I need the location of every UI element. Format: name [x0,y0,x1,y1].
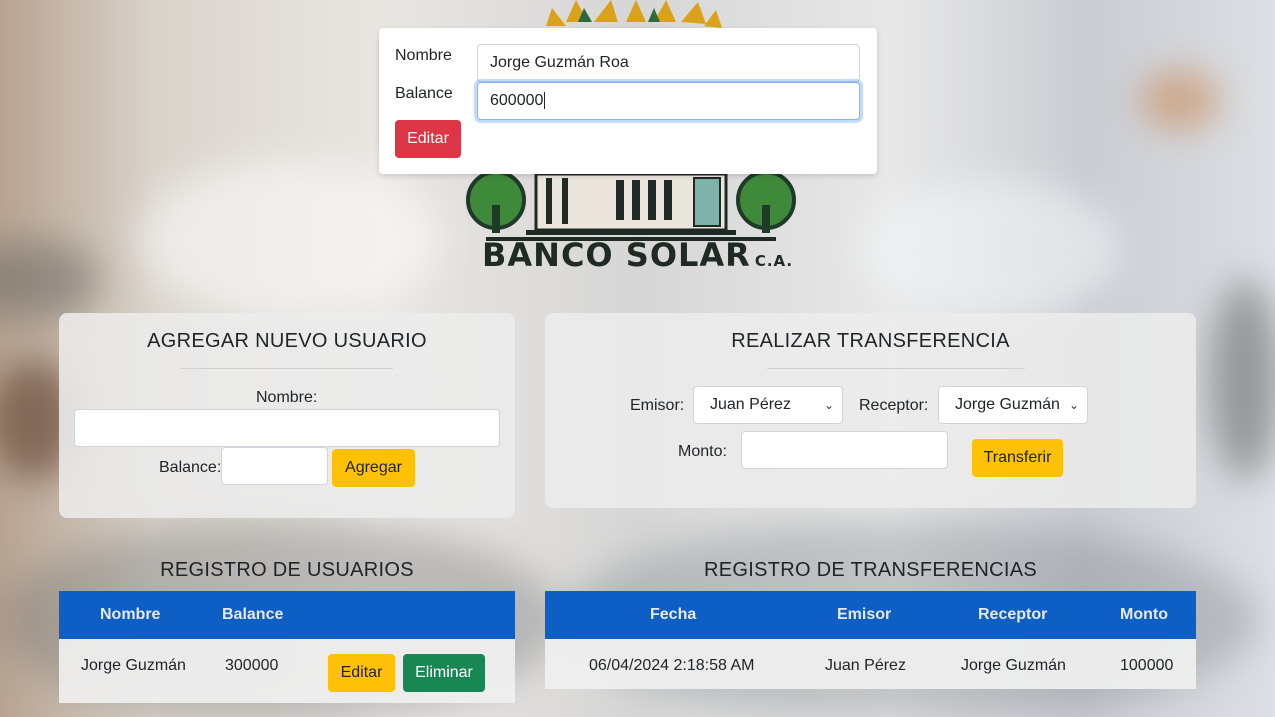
add-user-title: AGREGAR NUEVO USUARIO [147,330,427,352]
transfer-amount-cell: 100000 [1120,657,1174,674]
receiver-selected: Jorge Guzmán [955,396,1060,413]
sender-select[interactable]: Juan Pérez ⌄ [693,386,843,424]
add-user-name-input[interactable] [74,409,500,447]
transfer-button[interactable]: Transferir [972,439,1063,477]
table-row: 06/04/2024 2:18:58 AM Juan Pérez Jorge G… [545,639,1196,689]
header-fecha: Fecha [650,606,697,623]
header-emisor: Emisor [837,606,892,623]
edit-user-modal: Nombre Jorge Guzmán Roa Balance 600000 E… [379,28,877,174]
add-user-card: AGREGAR NUEVO USUARIO Nombre: Balance: A… [59,313,515,518]
chevron-down-icon: ⌄ [1068,398,1079,412]
amount-input[interactable] [741,431,948,469]
sender-selected: Juan Pérez [710,396,791,413]
add-user-button[interactable]: Agregar [332,449,415,487]
header-monto: Monto [1120,606,1168,623]
receiver-label: Receptor: [859,397,929,414]
edit-user-button[interactable]: Editar [328,654,395,692]
divider [181,368,393,369]
table-row: Jorge Guzmán 300000 Editar Eliminar [59,639,515,703]
users-table-header: Nombre Balance [59,591,515,639]
divider [767,368,1025,369]
add-user-name-label: Nombre: [256,389,318,406]
transfer-receiver-cell: Jorge Guzmán [961,657,1066,674]
chevron-down-icon: ⌄ [823,398,834,412]
modal-edit-button[interactable]: Editar [395,120,461,158]
receiver-select[interactable]: Jorge Guzmán ⌄ [938,386,1088,424]
transfer-title: REALIZAR TRANSFERENCIA [731,330,1010,352]
modal-balance-label: Balance [395,85,453,102]
users-table: Nombre Balance Jorge Guzmán 300000 Edita… [59,591,515,703]
header-nombre: Nombre [100,606,161,623]
transfer-date-cell: 06/04/2024 2:18:58 AM [589,657,755,674]
header-receptor: Receptor [978,606,1048,623]
bank-logo-text: BANCO SOLAR C.A. [482,236,794,274]
amount-label: Monto: [678,443,727,460]
modal-balance-value: 600000 [490,92,544,109]
users-table-title: REGISTRO DE USUARIOS [160,559,414,581]
add-user-balance-input[interactable] [221,447,328,485]
user-name-cell: Jorge Guzmán [81,657,186,674]
transfers-table: Fecha Emisor Receptor Monto 06/04/2024 2… [545,591,1196,689]
modal-name-label: Nombre [395,47,452,64]
sender-label: Emisor: [630,397,685,414]
add-user-balance-label: Balance: [159,459,222,476]
transfers-table-title: REGISTRO DE TRANSFERENCIAS [703,559,1038,581]
transfers-table-header: Fecha Emisor Receptor Monto [545,591,1196,639]
modal-balance-input[interactable]: 600000 [477,82,860,120]
modal-name-input[interactable]: Jorge Guzmán Roa [477,44,860,82]
transfer-card: REALIZAR TRANSFERENCIA Emisor: Juan Pére… [545,313,1196,508]
header-balance: Balance [222,606,284,623]
delete-user-button[interactable]: Eliminar [403,654,485,692]
transfer-sender-cell: Juan Pérez [825,657,906,674]
user-balance-cell: 300000 [225,657,279,674]
